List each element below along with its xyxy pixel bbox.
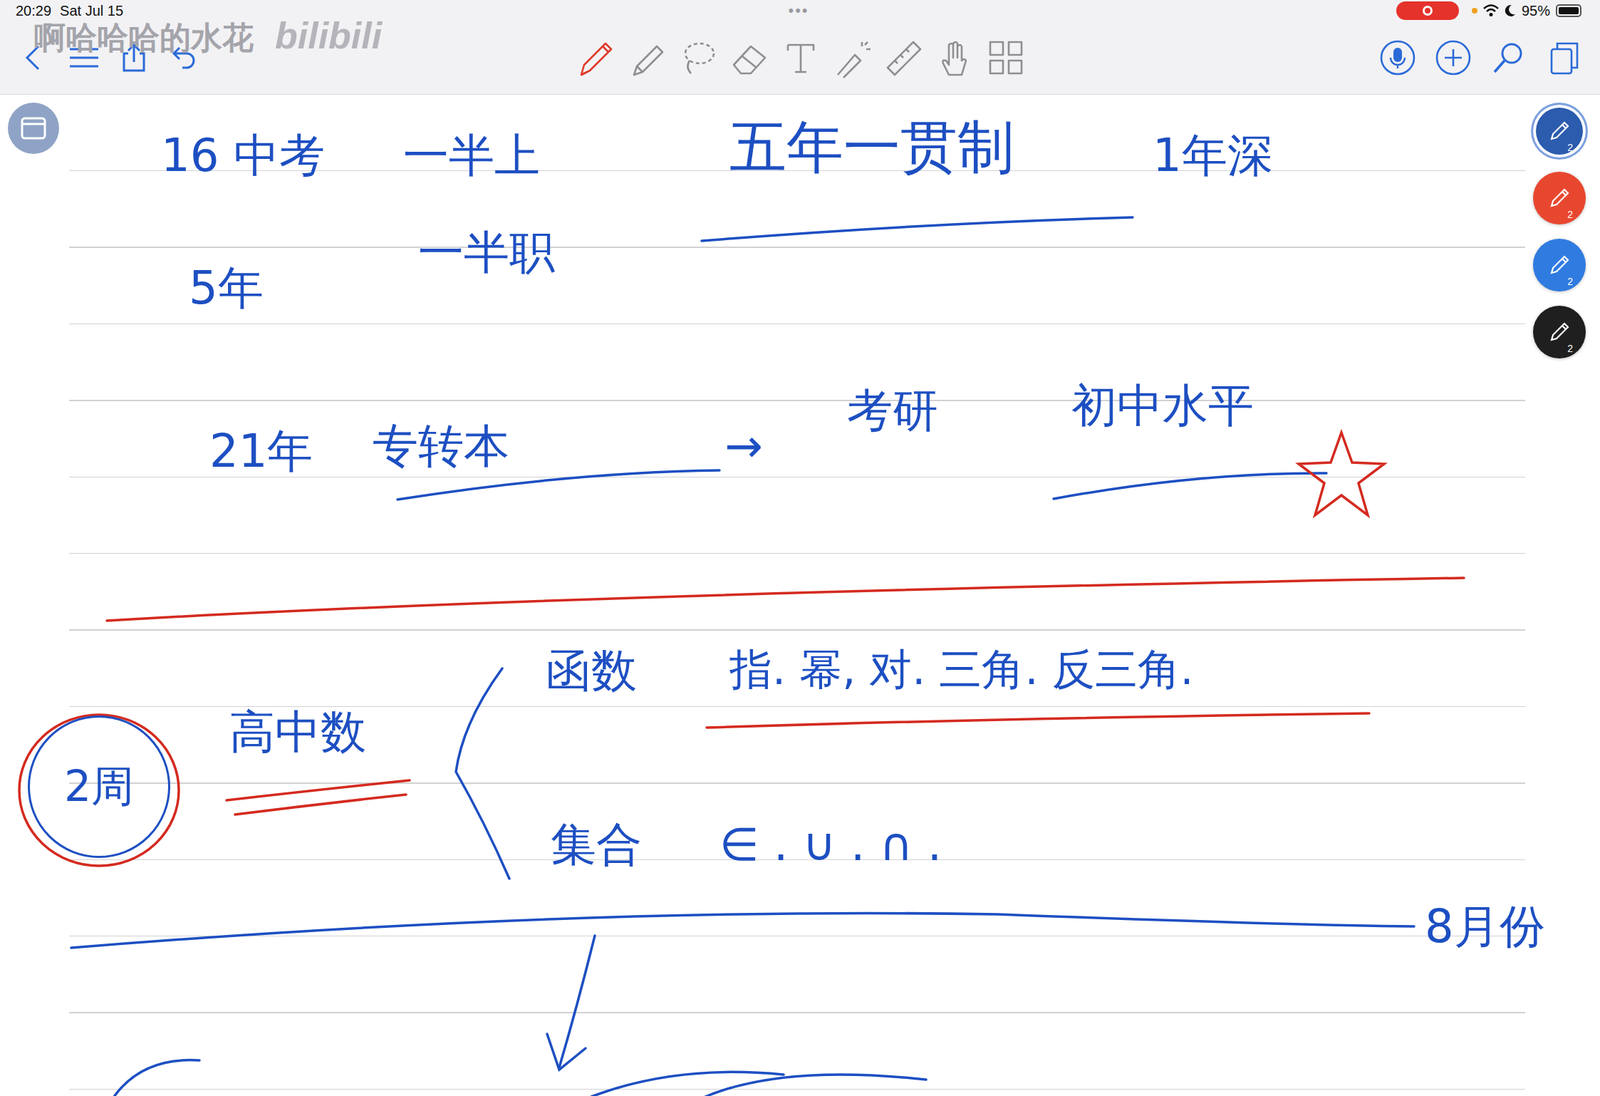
mic-in-use-dot bbox=[1471, 7, 1478, 14]
record-icon bbox=[1422, 5, 1433, 16]
pages-icon bbox=[1545, 39, 1583, 77]
handwritten-note: → bbox=[724, 418, 763, 474]
handwritten-note: 1年深 bbox=[1152, 128, 1274, 184]
handwritten-note: 五年一贯制 bbox=[729, 113, 1015, 182]
moon-icon bbox=[1504, 4, 1516, 18]
wifi-icon bbox=[1483, 4, 1499, 18]
handwritten-note: 一半上 bbox=[403, 128, 540, 184]
battery-icon bbox=[1555, 4, 1582, 18]
add-button[interactable] bbox=[1434, 39, 1472, 77]
pen-size: 2 bbox=[1567, 275, 1573, 288]
highlighter-icon bbox=[625, 36, 669, 80]
laser-icon bbox=[830, 36, 874, 80]
clock: 20:29 bbox=[15, 2, 52, 20]
bilibili-logo: bilibili bbox=[274, 14, 382, 57]
window-icon bbox=[20, 116, 47, 140]
microphone-icon bbox=[1379, 39, 1417, 77]
pen-icon bbox=[574, 36, 617, 80]
date: Sat Jul 15 bbox=[59, 2, 124, 20]
handwritten-note: 16 中考 bbox=[160, 128, 325, 184]
pen-preset[interactable]: 2 bbox=[1533, 171, 1586, 225]
search-button[interactable] bbox=[1490, 39, 1528, 77]
recording-indicator[interactable] bbox=[1396, 1, 1459, 20]
pen-icon bbox=[1547, 319, 1572, 345]
media-icon bbox=[984, 36, 1028, 80]
ink-strokes bbox=[0, 94, 1600, 1096]
multitask-dots[interactable]: ••• bbox=[787, 1, 809, 20]
eraser-icon bbox=[728, 36, 771, 80]
circled-note: 2周 bbox=[27, 715, 171, 858]
laser-tool[interactable] bbox=[830, 36, 874, 80]
handwritten-note: 指. 幂, 对. 三角. 反三角. bbox=[729, 643, 1194, 695]
battery-percent: 95% bbox=[1521, 2, 1551, 20]
handwritten-note: 一半职 bbox=[418, 225, 555, 280]
pen-icon bbox=[1547, 252, 1572, 278]
mic-button[interactable] bbox=[1379, 39, 1417, 77]
note-page[interactable]: 16 中考 一半上 五年一贯制 1年深 5年 一半职 21年 专转本 → 考研 初中水平高中数 函数 指… bbox=[0, 94, 1600, 1096]
lasso-tool[interactable] bbox=[676, 36, 720, 80]
status-bar: 20:29 Sat Jul 15 ••• 95% bbox=[0, 0, 1600, 22]
highlighter-tool[interactable] bbox=[625, 36, 669, 80]
handwritten-note: 专转本 bbox=[372, 418, 510, 474]
pen-tool[interactable] bbox=[574, 36, 617, 80]
hand-tool[interactable] bbox=[933, 36, 976, 80]
handwritten-note: 高中数 bbox=[229, 704, 367, 760]
text-icon bbox=[779, 36, 823, 80]
handwritten-note: 5年 bbox=[188, 260, 264, 316]
handwritten-note: 8月份 bbox=[1424, 899, 1546, 954]
video-watermark: 啊哈哈哈的水花 bilibili bbox=[34, 14, 382, 60]
lasso-icon bbox=[676, 36, 720, 80]
pen-preset[interactable]: 2 bbox=[1533, 104, 1586, 158]
text-tool[interactable] bbox=[779, 36, 823, 80]
search-icon bbox=[1490, 39, 1528, 77]
eraser-tool[interactable] bbox=[728, 36, 771, 80]
pen-size: 2 bbox=[1567, 342, 1573, 355]
media-tool[interactable] bbox=[984, 36, 1028, 80]
pen-preset[interactable]: 2 bbox=[1533, 238, 1586, 292]
handwritten-note: 函数 bbox=[545, 643, 637, 699]
top-bar: 20:29 Sat Jul 15 ••• 95% 啊哈哈哈的水花 bilibili bbox=[0, 0, 1600, 95]
sidebar-toggle[interactable] bbox=[7, 102, 60, 154]
pen-icon bbox=[1547, 118, 1572, 144]
pen-size: 2 bbox=[1567, 208, 1573, 221]
plus-icon bbox=[1434, 39, 1472, 77]
pen-palette: 2 2 2 2 bbox=[1533, 104, 1586, 359]
handwritten-note: 考研 bbox=[847, 383, 939, 439]
ruler-icon bbox=[881, 36, 925, 80]
handwritten-note: 21年 bbox=[209, 423, 313, 479]
handwritten-note: 初中水平 bbox=[1071, 378, 1254, 434]
hand-icon bbox=[933, 36, 976, 80]
pen-size: 2 bbox=[1567, 141, 1573, 154]
ruled-paper bbox=[69, 94, 1526, 1096]
handwritten-note: 集合 bbox=[550, 817, 642, 872]
channel-name: 啊哈哈哈的水花 bbox=[34, 17, 254, 60]
pen-preset[interactable]: 2 bbox=[1533, 305, 1586, 359]
pen-icon bbox=[1547, 185, 1572, 211]
ruler-tool[interactable] bbox=[881, 36, 925, 80]
pages-button[interactable] bbox=[1545, 39, 1583, 77]
notes-app: 20:29 Sat Jul 15 ••• 95% 啊哈哈哈的水花 bilibili 16 中… bbox=[0, 0, 1600, 1096]
handwritten-note: ∈ . ∪ . ∩ . bbox=[719, 817, 942, 872]
